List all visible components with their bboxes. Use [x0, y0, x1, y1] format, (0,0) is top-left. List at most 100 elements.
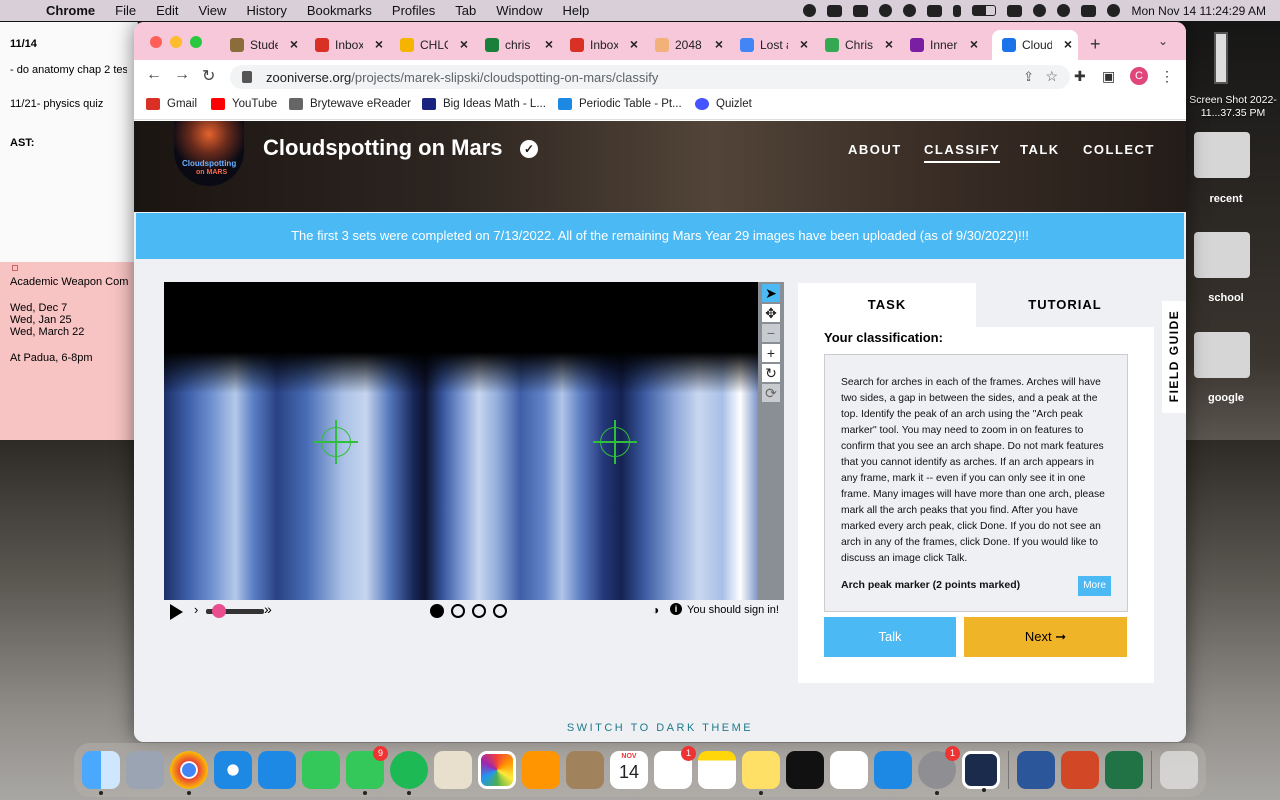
arch-peak-marker-tool[interactable]: Arch peak marker (2 points marked)	[841, 577, 1020, 593]
tab-inbox-2[interactable]: Inbox ×	[560, 30, 644, 60]
tab-close-icon[interactable]: ×	[545, 36, 553, 52]
menu-file[interactable]: File	[115, 3, 136, 18]
tab-close-icon[interactable]: ×	[290, 36, 298, 52]
tab-2048[interactable]: 2048 ×	[645, 30, 729, 60]
slower-chevron-icon[interactable]: ›	[194, 602, 198, 617]
rotate-icon[interactable]: ↻	[762, 364, 780, 382]
extensions-puzzle-icon[interactable]: ✚	[1074, 68, 1086, 85]
menu-help[interactable]: Help	[563, 3, 590, 18]
frame-dot-1[interactable]	[430, 604, 444, 618]
menu-tab[interactable]: Tab	[455, 3, 476, 18]
faster-chevrons-icon[interactable]: »	[264, 601, 272, 617]
field-guide-tab[interactable]: FIELD GUIDE	[1162, 301, 1186, 413]
tab-christ[interactable]: Christ ×	[815, 30, 899, 60]
calendar-icon[interactable]: NOV 14	[610, 751, 648, 789]
note-close-icon[interactable]	[12, 265, 18, 271]
menu-clock[interactable]: Mon Nov 14 11:24:29 AM	[1131, 4, 1266, 18]
more-button[interactable]: More	[1078, 576, 1111, 596]
books-icon[interactable]	[522, 751, 560, 789]
minimize-window-button[interactable]	[170, 36, 182, 48]
arch-peak-marker-icon[interactable]	[593, 420, 637, 464]
bookmark-big-ideas-math[interactable]: Big Ideas Math - L...	[422, 98, 546, 110]
triangle-app-icon[interactable]	[853, 4, 869, 17]
screenshot-file-label[interactable]: Screen Shot 2022-11...37.35 PM	[1186, 94, 1280, 120]
tab-search-chevron-icon[interactable]: ⌄	[1158, 34, 1168, 48]
search-icon[interactable]	[1057, 4, 1071, 17]
move-tool-icon[interactable]: ✥	[762, 304, 780, 322]
bookmark-youtube[interactable]: YouTube	[211, 98, 277, 110]
bookmark-brytewave[interactable]: Brytewave eReader	[289, 98, 411, 110]
siri-icon[interactable]	[1107, 4, 1121, 17]
address-bar[interactable]: zooniverse.org/projects/marek-slipski/cl…	[230, 65, 1070, 89]
pointer-tool-icon[interactable]: ➤	[762, 284, 780, 302]
menu-history[interactable]: History	[246, 3, 286, 18]
powerpoint-icon[interactable]	[1061, 751, 1099, 789]
menu-app-name[interactable]: Chrome	[46, 3, 95, 18]
screenshot-file-icon[interactable]	[1214, 32, 1228, 84]
project-title[interactable]: Cloudspotting on Mars	[263, 135, 503, 161]
menu-window[interactable]: Window	[496, 3, 542, 18]
keyboard-icon[interactable]	[927, 4, 943, 17]
tab-close-icon[interactable]: ×	[630, 36, 638, 52]
news-icon[interactable]	[830, 751, 868, 789]
project-logo[interactable]: Cloudspotting on MARS	[174, 121, 244, 186]
facetime-icon[interactable]	[302, 751, 340, 789]
menu-edit[interactable]: Edit	[156, 3, 178, 18]
menu-profiles[interactable]: Profiles	[392, 3, 435, 18]
forward-arrow-icon[interactable]: →	[174, 66, 190, 84]
side-panel-icon[interactable]: ▣	[1102, 68, 1115, 85]
folder-icon[interactable]	[1194, 132, 1250, 178]
photos-icon[interactable]	[478, 751, 516, 789]
bookmark-quizlet[interactable]: Quizlet	[695, 98, 752, 110]
zoom-window-button[interactable]	[190, 36, 202, 48]
frame-dot-3[interactable]	[472, 604, 486, 618]
screen-tool-icon[interactable]	[962, 751, 1000, 792]
chrome-menu-icon[interactable]: ⋮	[1160, 68, 1174, 85]
lock-icon[interactable]	[242, 71, 252, 83]
control-center-icon[interactable]	[1081, 4, 1097, 17]
tab-inner[interactable]: Inner ×	[900, 30, 984, 60]
folder-label-school[interactable]: school	[1186, 292, 1280, 304]
mars-subject-image[interactable]	[164, 282, 758, 600]
tab-task[interactable]: TASK	[798, 283, 976, 327]
menu-bookmarks[interactable]: Bookmarks	[307, 3, 372, 18]
spotify-icon[interactable]	[390, 751, 428, 795]
excel-icon[interactable]	[1105, 751, 1143, 789]
battery-icon[interactable]	[972, 5, 997, 16]
zoom-in-icon[interactable]: +	[762, 344, 780, 362]
play-icon[interactable]	[879, 4, 893, 17]
talk-button[interactable]: Talk	[824, 617, 956, 657]
folder-icon[interactable]	[1194, 332, 1250, 378]
info-icon[interactable]: i	[670, 603, 682, 615]
app-store-icon[interactable]	[874, 751, 912, 789]
tab-close-icon[interactable]: ×	[375, 36, 383, 52]
new-tab-icon[interactable]: +	[1090, 34, 1101, 55]
play-icon[interactable]	[170, 604, 183, 620]
tab-close-icon[interactable]: ×	[885, 36, 893, 52]
nav-collect[interactable]: COLLECT	[1083, 142, 1155, 157]
sticky-note-events[interactable]: Academic Weapon Competition Wed, Dec 7 W…	[0, 262, 138, 440]
tab-chloe[interactable]: CHLOE ×	[390, 30, 474, 60]
arch-peak-marker-icon[interactable]	[314, 420, 358, 464]
stickies-icon[interactable]	[742, 751, 780, 795]
creative-cloud-icon[interactable]	[803, 4, 817, 17]
folder-label-google[interactable]: google	[1186, 392, 1280, 404]
frame-dot-2[interactable]	[451, 604, 465, 618]
tab-close-icon[interactable]: ×	[460, 36, 468, 52]
screen-mirror-icon[interactable]	[1007, 4, 1023, 17]
apple-tv-icon[interactable]	[786, 751, 824, 789]
system-settings-icon[interactable]: 1	[918, 746, 960, 795]
nav-classify[interactable]: CLASSIFY	[924, 142, 1001, 163]
finder-icon[interactable]	[82, 751, 120, 795]
nav-about[interactable]: ABOUT	[848, 142, 902, 157]
tab-cloudspotting[interactable]: Cloudspotting ×	[992, 30, 1078, 60]
maps-icon[interactable]	[434, 751, 472, 789]
menu-view[interactable]: View	[198, 3, 226, 18]
zoom-out-icon[interactable]: −	[762, 324, 780, 342]
folder-label-recent[interactable]: recent	[1186, 193, 1280, 205]
folder-icon[interactable]	[1194, 232, 1250, 278]
notes-icon[interactable]	[698, 751, 736, 789]
reload-icon[interactable]: ↻	[202, 66, 215, 86]
launchpad-icon[interactable]	[126, 751, 164, 789]
tab-inbox[interactable]: Inbox ×	[305, 30, 389, 60]
